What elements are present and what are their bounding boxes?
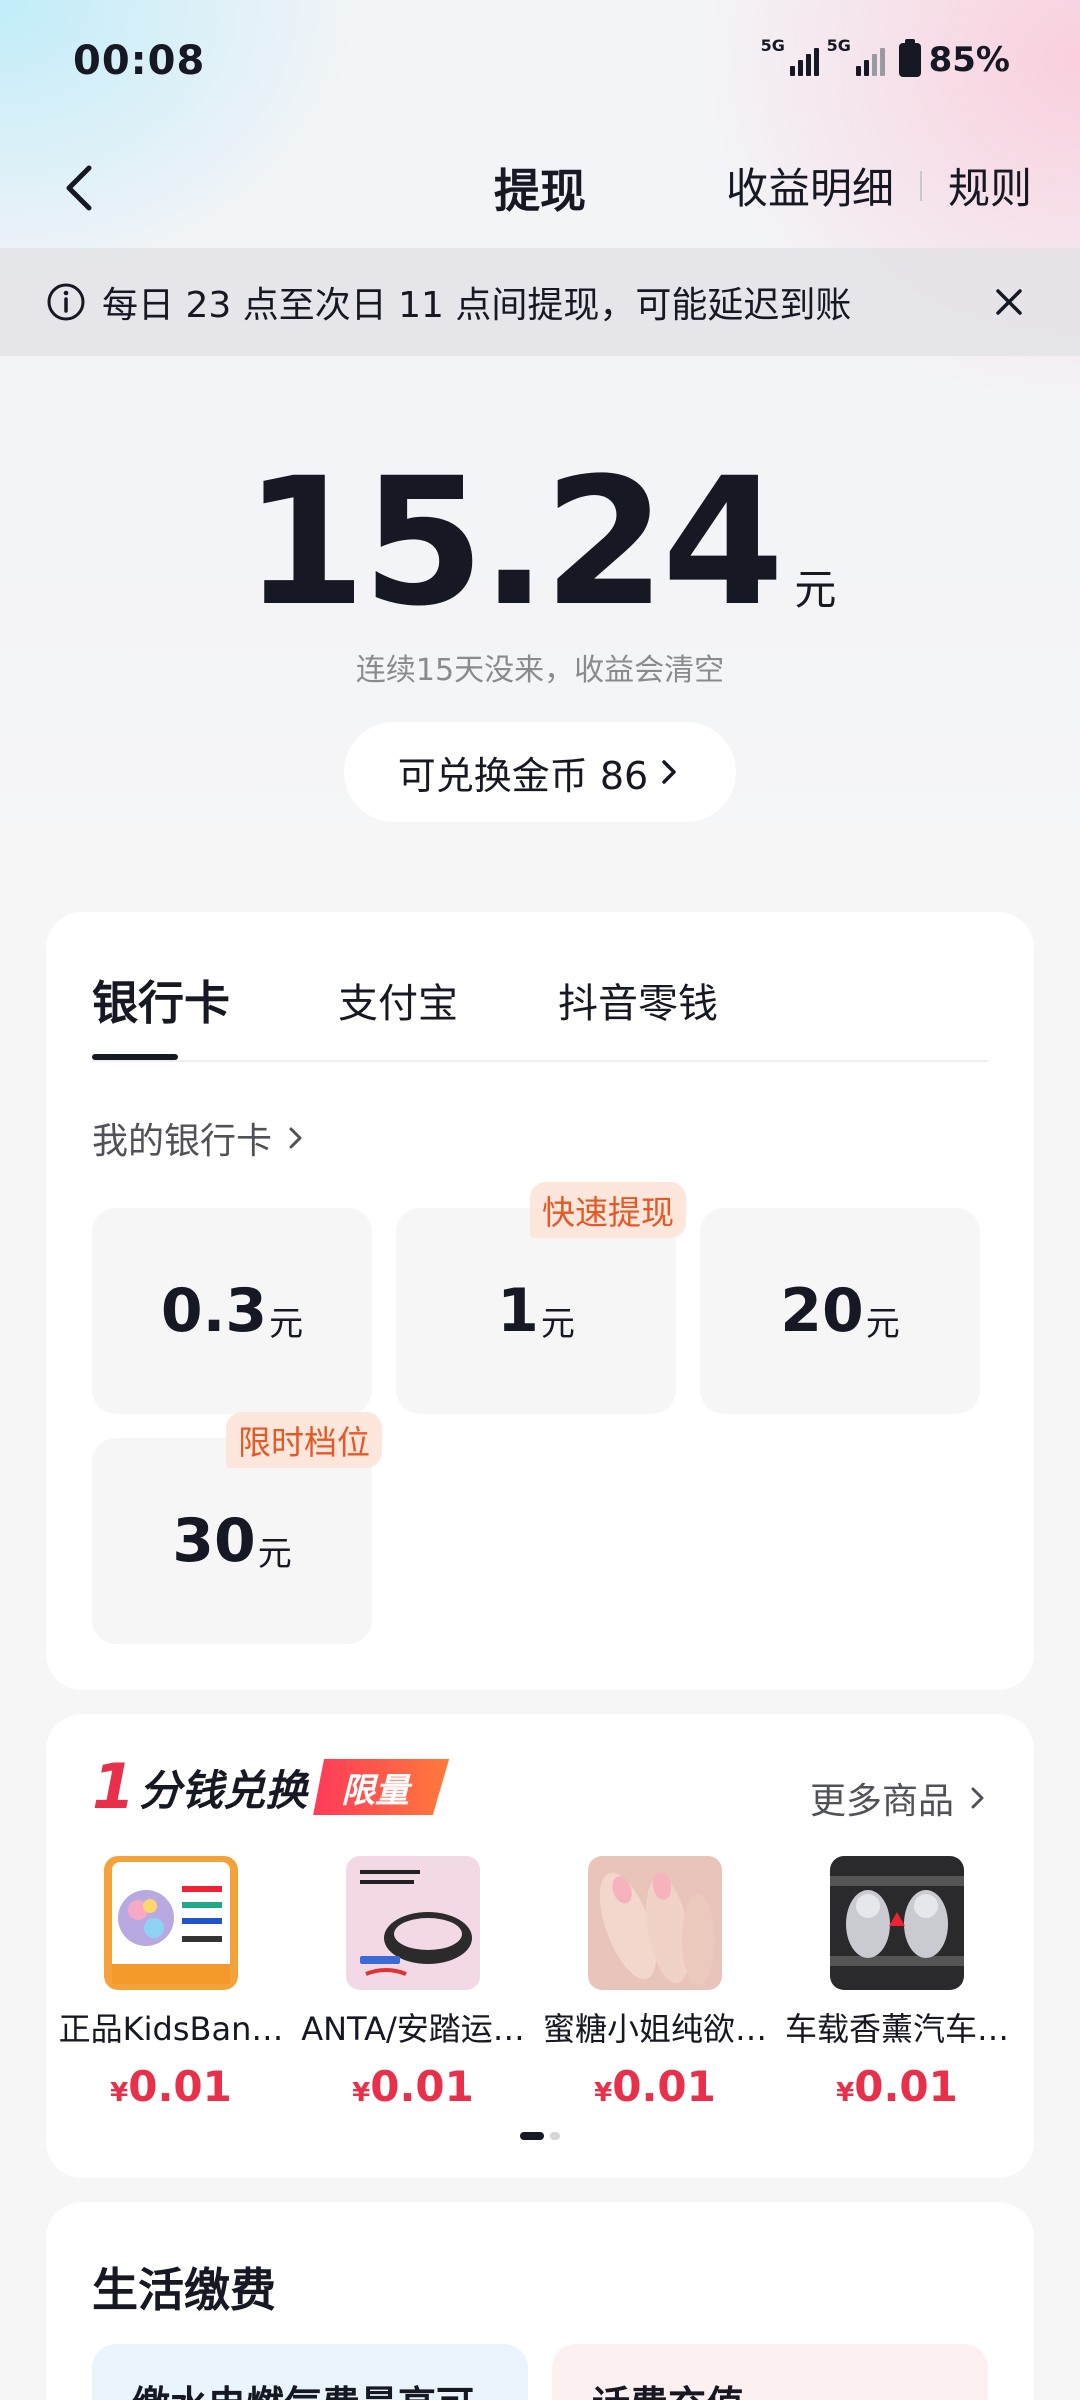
network-type-label: 5G — [760, 36, 785, 55]
product-name: 车载香薰汽车… — [784, 2010, 1009, 2048]
price-value: 0.01 — [612, 2062, 716, 2111]
coin-exchange-button[interactable]: 可兑换金币 86 — [344, 722, 736, 822]
more-products-link[interactable]: 更多商品 — [810, 1772, 988, 1824]
my-bank-cards-label: 我的银行卡 — [92, 1121, 273, 1162]
amount-option-1[interactable]: 1 元 快速提现 — [396, 1182, 686, 1414]
product-item[interactable]: 正品KidsBan… ¥0.01 — [50, 1856, 292, 2111]
coin-exchange-label: 可兑换金币 86 — [397, 753, 649, 798]
exchange-title-text: 分钱兑换 — [139, 1765, 308, 1815]
close-icon[interactable] — [986, 279, 1032, 325]
limited-tag: 限量 — [313, 1759, 450, 1815]
phone-recharge-tile[interactable]: 话费充值 — [552, 2344, 988, 2400]
utility-payment-label: 缴水电燃气费最高可… — [132, 2374, 512, 2400]
carousel-indicator — [46, 2132, 1034, 2140]
amount-option-30[interactable]: 30 元 限时档位 — [92, 1412, 382, 1644]
amount-value: 20 — [780, 1276, 864, 1346]
product-name: ANTA/安踏运… — [301, 2010, 525, 2048]
amount-unit: 元 — [269, 1303, 304, 1344]
more-products-label: 更多商品 — [809, 1781, 954, 1822]
carousel-dot-active — [520, 2132, 544, 2140]
rules-link[interactable]: 规则 — [948, 155, 1032, 216]
tab-douyin-wallet[interactable]: 抖音零钱 — [558, 971, 718, 1029]
product-price: ¥0.01 — [836, 2062, 958, 2111]
product-item[interactable]: ANTA/安踏运… ¥0.01 — [292, 1856, 534, 2111]
product-price: ¥0.01 — [594, 2062, 716, 2111]
amount-option-0-3[interactable]: 0.3 元 — [92, 1208, 372, 1414]
cellular-signal-2-icon: 5G — [827, 36, 885, 78]
price-value: 0.01 — [370, 2062, 474, 2111]
withdraw-card: 银行卡 支付宝 抖音零钱 我的银行卡 0.3 元 1 元 快速提现 20 元 3… — [46, 912, 1034, 1690]
battery-icon — [898, 39, 921, 77]
exchange-title-number: 1 — [92, 1750, 136, 1823]
amount-value: 0.3 — [160, 1276, 268, 1346]
life-payments-card: 生活缴费 缴水电燃气费最高可… 话费充值 — [46, 2202, 1034, 2400]
tab-divider — [92, 1060, 988, 1062]
life-payments-title: 生活缴费 — [92, 2263, 276, 2317]
fast-withdraw-badge: 快速提现 — [530, 1182, 686, 1238]
product-item[interactable]: 蜜糖小姐纯欲… ¥0.01 — [534, 1856, 776, 2111]
amount-unit: 元 — [257, 1533, 292, 1574]
battery-level: 85% — [928, 40, 1010, 80]
product-price: ¥0.01 — [352, 2062, 474, 2111]
amount-unit: 元 — [865, 1303, 900, 1344]
amount-value: 30 — [172, 1506, 256, 1576]
chevron-right-icon — [971, 1787, 984, 1809]
earnings-detail-link[interactable]: 收益明细 — [726, 155, 894, 216]
product-item[interactable]: 车载香薰汽车… ¥0.01 — [776, 1856, 1018, 2111]
limited-tier-badge: 限时档位 — [226, 1412, 382, 1468]
notice-bar: 每日 23 点至次日 11 点间提现，可能延迟到账 — [0, 248, 1080, 356]
balance-amount: 15.24 — [243, 440, 785, 645]
balance-unit: 元 — [794, 565, 837, 614]
notice-text: 每日 23 点至次日 11 点间提现，可能延迟到账 — [102, 285, 852, 326]
product-image-hair-ties — [104, 1856, 238, 1990]
carousel-dot — [550, 2132, 560, 2140]
active-tab-indicator — [92, 1054, 178, 1060]
price-value: 0.01 — [128, 2062, 232, 2111]
one-cent-exchange-card: 1 分钱兑换 限量 更多商品 正品KidsBan… ¥0.01 ANTA/安踏运… — [46, 1714, 1034, 2178]
balance-tip: 连续15天没来，收益会清空 — [355, 653, 725, 688]
product-image-nails — [588, 1856, 722, 1990]
status-indicators: 5G 5G 85% — [761, 36, 1010, 80]
currency-symbol: ¥ — [110, 2078, 129, 2108]
price-value: 0.01 — [854, 2062, 958, 2111]
amount-unit: 元 — [540, 1303, 575, 1344]
chevron-right-icon — [662, 760, 676, 784]
currency-symbol: ¥ — [352, 2078, 371, 2108]
tab-bank-card[interactable]: 银行卡 — [92, 967, 230, 1033]
nav-divider — [919, 170, 922, 201]
phone-recharge-label: 话费充值 — [592, 2374, 744, 2400]
amount-option-20[interactable]: 20 元 — [700, 1208, 980, 1414]
product-list: 正品KidsBan… ¥0.01 ANTA/安踏运… ¥0.01 蜜糖小姐纯欲…… — [46, 1856, 1034, 2111]
currency-symbol: ¥ — [594, 2078, 613, 2108]
chevron-right-icon — [289, 1127, 302, 1149]
amount-value: 1 — [497, 1276, 539, 1346]
withdraw-method-tabs: 银行卡 支付宝 抖音零钱 — [92, 967, 818, 1033]
currency-symbol: ¥ — [836, 2078, 855, 2108]
product-name: 蜜糖小姐纯欲… — [542, 2010, 767, 2048]
product-price: ¥0.01 — [110, 2062, 232, 2111]
utility-payment-tile[interactable]: 缴水电燃气费最高可… — [92, 2344, 528, 2400]
network-type-label-2: 5G — [826, 36, 851, 55]
balance-display: 15.24 元 — [0, 455, 1080, 631]
tab-alipay[interactable]: 支付宝 — [338, 971, 458, 1029]
product-name: 正品KidsBan… — [58, 2010, 284, 2048]
product-image-headband — [346, 1856, 480, 1990]
info-icon — [47, 283, 85, 321]
my-bank-cards-link[interactable]: 我的银行卡 — [92, 1112, 306, 1164]
product-image-car-freshener — [830, 1856, 964, 1990]
cellular-signal-icon: 5G — [761, 36, 819, 78]
status-time: 00:08 — [73, 38, 206, 84]
nav-actions: 收益明细 规则 — [726, 155, 1032, 216]
exchange-title: 1 分钱兑换 限量 — [92, 1750, 450, 1823]
